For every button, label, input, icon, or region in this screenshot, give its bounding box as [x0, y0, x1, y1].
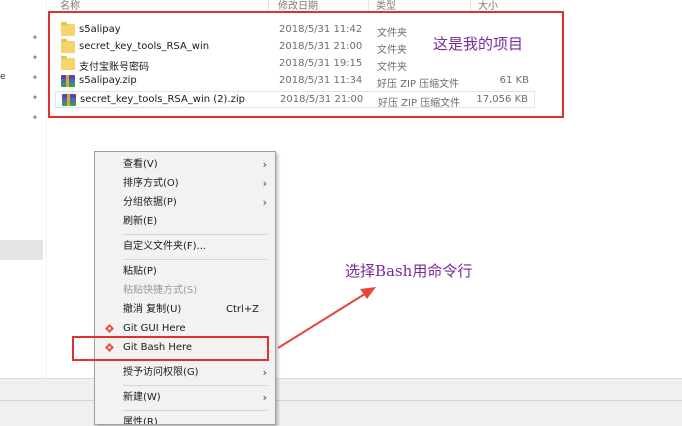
menu-item-view[interactable]: 查看(V) › [95, 155, 275, 174]
nav-item-fragment[interactable]: e [0, 72, 6, 82]
menu-item-properties[interactable]: 属性(R) [95, 413, 275, 424]
menu-item-new[interactable]: 新建(W) › [95, 388, 275, 407]
menu-separator [123, 385, 267, 386]
menu-item-sort[interactable]: 排序方式(O) › [95, 174, 275, 193]
pin-icon[interactable]: ✦ [30, 73, 40, 83]
git-icon [105, 324, 114, 333]
column-header: 名称 修改日期 类型 大小 [46, 0, 682, 12]
submenu-arrow-icon: › [262, 196, 267, 209]
menu-item-grant-access[interactable]: 授予访问权限(G) › [95, 363, 275, 382]
git-bash-highlight-box [72, 336, 269, 361]
menu-item-group[interactable]: 分组依据(P) › [95, 193, 275, 212]
submenu-arrow-icon: › [262, 366, 267, 379]
project-highlight-box [48, 11, 564, 118]
pin-icon[interactable]: ✦ [30, 113, 40, 123]
submenu-arrow-icon: › [262, 391, 267, 404]
menu-item-undo-copy[interactable]: 撤消 复制(U) Ctrl+Z [95, 300, 275, 319]
menu-item-customize-folder[interactable]: 自定义文件夹(F)... [95, 237, 275, 256]
pin-icon[interactable]: ✦ [30, 93, 40, 103]
menu-item-paste[interactable]: 粘贴(P) [95, 262, 275, 281]
bash-annotation: 选择Bash用命令行 [345, 262, 473, 280]
submenu-arrow-icon: › [262, 177, 267, 190]
menu-separator [123, 234, 267, 235]
project-annotation: 这是我的项目 [433, 35, 524, 53]
context-menu: 查看(V) › 排序方式(O) › 分组依据(P) › 刷新(E) 自定义文件夹… [94, 151, 276, 425]
menu-shortcut: Ctrl+Z [225, 304, 259, 315]
menu-item-paste-shortcut[interactable]: 粘贴快捷方式(S) [95, 281, 275, 300]
menu-separator [123, 259, 267, 260]
menu-separator [123, 410, 267, 411]
navigation-pane: ✦ ✦ ✦ ✦ ✦ e [0, 0, 47, 378]
nav-item-selected[interactable] [0, 240, 43, 260]
submenu-arrow-icon: › [262, 158, 267, 171]
pin-icon[interactable]: ✦ [30, 33, 40, 43]
pin-icon[interactable]: ✦ [30, 53, 40, 63]
menu-item-refresh[interactable]: 刷新(E) [95, 212, 275, 231]
